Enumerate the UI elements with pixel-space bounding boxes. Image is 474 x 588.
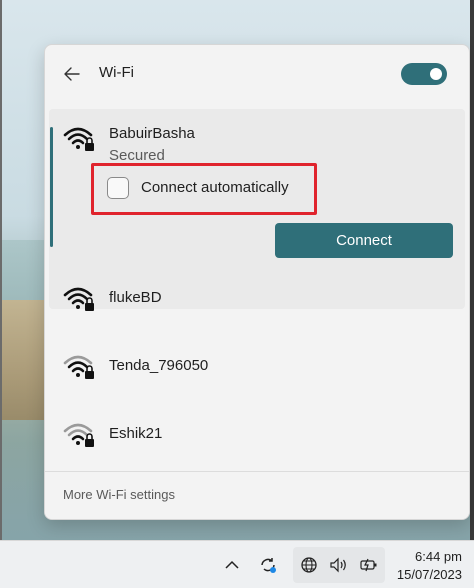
network-item[interactable]: flukeBD xyxy=(49,267,465,327)
taskbar: 6:44 pm 15/07/2023 xyxy=(0,540,474,588)
more-wifi-settings-link[interactable]: More Wi-Fi settings xyxy=(63,487,175,502)
wifi-secured-icon xyxy=(63,127,94,151)
arrow-left-icon xyxy=(64,67,80,81)
connect-automatically-label[interactable]: Connect automatically xyxy=(141,179,289,196)
back-button[interactable] xyxy=(61,63,83,85)
network-name: flukeBD xyxy=(109,289,162,306)
wifi-secured-icon xyxy=(63,287,94,311)
toggle-knob xyxy=(430,68,442,80)
network-name: BabuirBasha xyxy=(109,125,195,142)
sync-icon[interactable] xyxy=(258,555,278,575)
network-item[interactable]: Eshik21 xyxy=(49,403,465,463)
flyout-header: Wi-Fi xyxy=(45,45,469,103)
network-status: Secured xyxy=(109,147,165,164)
quick-settings-button[interactable] xyxy=(293,547,385,583)
selection-indicator xyxy=(50,127,53,247)
wifi-secured-icon xyxy=(63,423,94,447)
flyout-footer: More Wi-Fi settings xyxy=(45,471,469,519)
window-edge-right xyxy=(470,0,474,588)
wifi-flyout: Wi-Fi BabuirBasha Secured Connect automa… xyxy=(44,44,470,520)
battery-icon xyxy=(359,555,379,575)
window-edge-left xyxy=(0,0,2,588)
wifi-secured-icon xyxy=(63,355,94,379)
wifi-toggle[interactable] xyxy=(401,63,447,85)
flyout-title: Wi-Fi xyxy=(99,64,134,81)
globe-icon xyxy=(299,555,319,575)
volume-icon xyxy=(329,555,349,575)
connect-automatically-checkbox[interactable] xyxy=(107,177,129,199)
connect-button[interactable]: Connect xyxy=(275,223,453,258)
clock-time: 6:44 pm xyxy=(415,549,462,564)
network-name: Tenda_796050 xyxy=(109,357,209,374)
network-name: Eshik21 xyxy=(109,425,163,442)
chevron-up-icon[interactable] xyxy=(222,555,242,575)
network-item[interactable]: Tenda_796050 xyxy=(49,335,465,395)
clock-date: 15/07/2023 xyxy=(396,567,462,582)
